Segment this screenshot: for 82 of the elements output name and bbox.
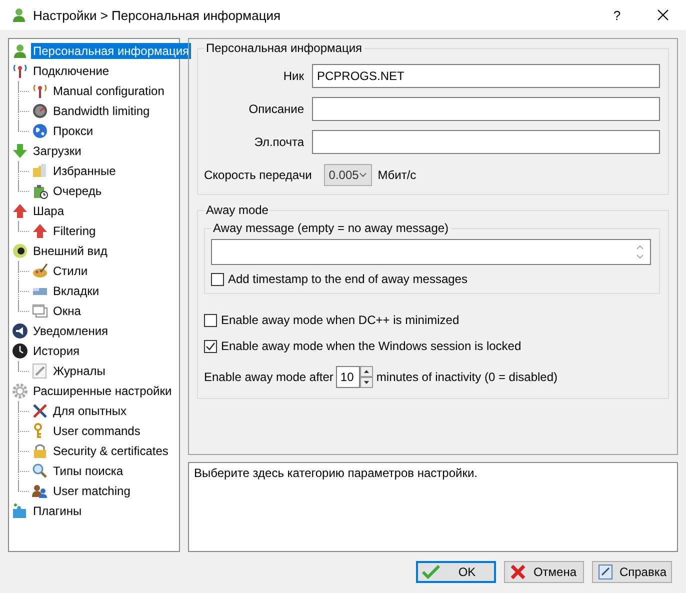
tree-item[interactable]: Уведомления: [31, 323, 110, 339]
lock-icon: [32, 443, 48, 459]
gauge-icon: [32, 103, 48, 119]
inactivity-label: Enable away mode after: [204, 370, 334, 384]
checkbox-label: Enable away mode when the Windows session is locked: [221, 339, 522, 353]
ok-button[interactable]: OK: [416, 561, 496, 583]
checkbox[interactable]: [204, 340, 217, 352]
megaphone-icon: [12, 323, 28, 339]
field-label: Описание: [248, 102, 304, 116]
cross-icon: [509, 564, 527, 580]
gear-icon: [12, 383, 28, 399]
text-field[interactable]: [312, 97, 660, 121]
windows-icon: [32, 303, 48, 319]
puzzle-icon: [12, 503, 28, 519]
help-button[interactable]: ?: [600, 8, 634, 22]
tree-item[interactable]: User commands: [51, 423, 142, 439]
minutes-field[interactable]: 10: [336, 366, 360, 388]
checkbox-label: Add timestamp to the end of away messages: [228, 272, 468, 286]
caret-icon: [358, 172, 367, 178]
tree-item[interactable]: Filtering: [51, 223, 98, 239]
window-title: Настройки > Персональная информация: [33, 8, 282, 22]
group-title: Away mode: [205, 203, 270, 217]
antenna-icon: [32, 83, 48, 99]
tree-item[interactable]: История: [31, 343, 82, 359]
arrow-down-icon: [12, 143, 28, 159]
person-icon: [12, 43, 28, 59]
tree-item[interactable]: Загрузки: [31, 143, 84, 159]
clock-icon: [12, 343, 28, 359]
checkbox-label: Enable away mode when DC++ is minimized: [221, 313, 460, 327]
tree-item[interactable]: Персональная информация: [31, 43, 192, 59]
ball-icon: [12, 243, 28, 259]
folder-icon: [32, 163, 48, 179]
group-title: Персональная информация: [205, 41, 364, 55]
person-icon: [11, 7, 27, 23]
tree-item[interactable]: Окна: [51, 303, 83, 319]
checkbox[interactable]: [211, 272, 224, 286]
tree-item[interactable]: User matching: [51, 483, 132, 499]
people-icon: [32, 483, 48, 499]
tree-item[interactable]: Для опытных: [51, 403, 129, 419]
tree-item[interactable]: Очередь: [51, 183, 104, 199]
speed-dropdown[interactable]: 0.005: [324, 164, 372, 186]
arrow-up-icon: [12, 203, 28, 219]
tree-item[interactable]: Вкладки: [51, 283, 102, 299]
field-label: Эл.почта: [253, 135, 304, 149]
tree-item[interactable]: Плагины: [31, 503, 84, 519]
tree-item[interactable]: Подключение: [31, 63, 112, 79]
description-text: Выберите здесь категорию параметров настройки.: [194, 466, 478, 480]
field-label: Скорость передачи: [204, 168, 312, 182]
help-button[interactable]: Справка: [592, 561, 672, 583]
tree-item[interactable]: Шара: [31, 203, 66, 219]
group-title: Away message (empty = no away message): [212, 221, 450, 235]
tree-item[interactable]: Избранные: [51, 163, 118, 179]
tree-item[interactable]: Расширенные настройки: [31, 383, 174, 399]
tree-item[interactable]: Manual configuration: [51, 83, 166, 99]
magnifier-icon: [32, 463, 48, 479]
check-icon: [422, 564, 440, 580]
text-field[interactable]: PCPROGS.NET: [312, 64, 660, 88]
tree-item[interactable]: Стили: [51, 263, 90, 279]
arrow-up-icon: [32, 223, 48, 239]
spin-arrows-icon[interactable]: [360, 366, 374, 388]
tree-item[interactable]: Внешний вид: [31, 243, 110, 259]
palette-icon: [32, 263, 48, 279]
tree-item[interactable]: Прокси: [51, 123, 96, 139]
close-icon: [657, 9, 669, 21]
antenna-icon: [12, 63, 28, 79]
tree-item[interactable]: Bandwidth limiting: [51, 103, 152, 119]
tree-item[interactable]: Security & certificates: [51, 443, 170, 459]
pencil-icon: [32, 363, 48, 379]
cancel-button[interactable]: Отмена: [504, 561, 584, 583]
document-icon: [597, 564, 615, 580]
clipboard-icon: [32, 183, 48, 199]
field-label: Ник: [282, 69, 304, 83]
tree-item[interactable]: Журналы: [51, 363, 108, 379]
globe-icon: [32, 123, 48, 139]
text-field[interactable]: [312, 130, 660, 154]
inactivity-label: minutes of inactivity (0 = disabled): [376, 370, 558, 384]
away-message-field[interactable]: [211, 239, 651, 265]
tools-icon: [32, 403, 48, 419]
scroll-arrows-icon: [634, 243, 646, 261]
unit-label: Мбит/с: [378, 168, 416, 182]
tree-item[interactable]: Типы поиска: [51, 463, 126, 479]
checkbox[interactable]: [204, 314, 217, 326]
